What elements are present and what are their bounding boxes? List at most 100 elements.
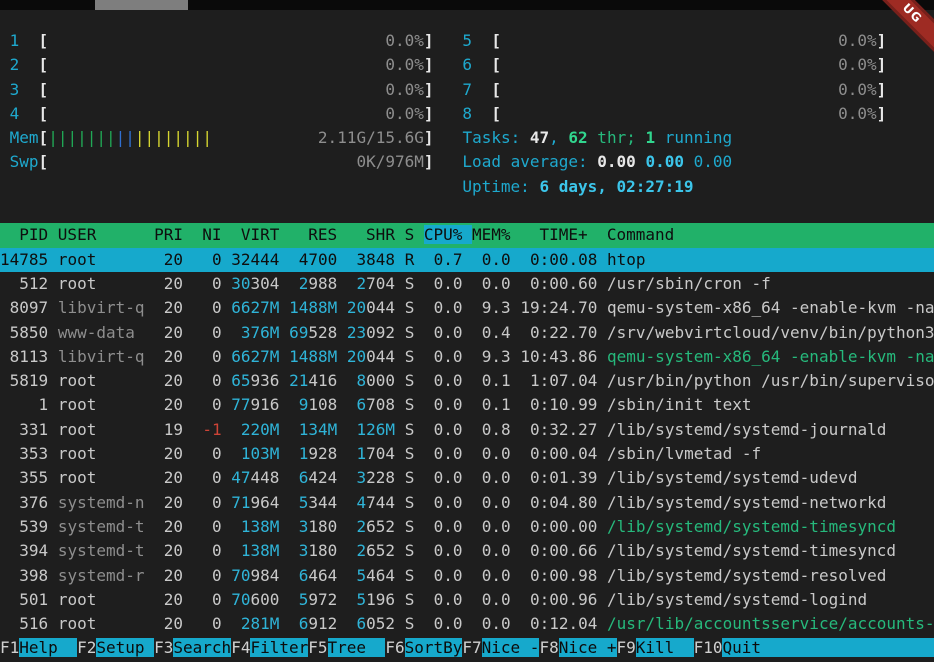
process-row-376[interactable]: 376 systemd-n 20 0 71964 5344 4744 S 0.0… (0, 491, 934, 515)
fn-button-f6[interactable]: F6SortBy (385, 638, 462, 657)
text-segment (501, 31, 838, 50)
process-row-516[interactable]: 516 root 20 0 281M 6912 6052 S 0.0 0.0 0… (0, 612, 934, 636)
process-row-398[interactable]: 398 systemd-r 20 0 70984 6464 5464 S 0.0… (0, 564, 934, 588)
text-segment: 5850 (0, 323, 48, 342)
text-segment (395, 493, 405, 512)
process-table-header[interactable]: PID USER PRI NI VIRT RES SHR S CPU% MEM%… (0, 223, 934, 247)
text-segment (337, 420, 347, 439)
text-segment (501, 55, 838, 74)
text-segment: libvirt-q (58, 347, 145, 366)
process-row-5819[interactable]: 5819 root 20 0 65936 21416 8000 S 0.0 0.… (0, 369, 934, 393)
text-segment (684, 152, 694, 171)
text-segment: [ (491, 104, 501, 123)
fn-button-f4[interactable]: F4Filter (231, 638, 308, 657)
text-segment: /sbin/init text (607, 395, 752, 414)
text-segment: 0.8 (472, 420, 511, 439)
text-segment: 916 (251, 395, 280, 414)
text-segment (511, 468, 521, 487)
text-segment: S (405, 517, 415, 536)
text-segment: 704 (366, 274, 395, 293)
text-segment: /usr/sbin/cron -f (607, 274, 771, 293)
text-segment (222, 493, 232, 512)
text-segment (183, 493, 193, 512)
fn-button-f10[interactable]: F10Quit (694, 638, 781, 657)
text-segment: /lib/systemd/systemd-timesyncd (607, 517, 896, 536)
text-segment: 6 (289, 614, 308, 633)
text-segment (337, 298, 347, 317)
text-segment (434, 80, 463, 99)
cpu-meter-line-1: 1 [ 0.0%] 5 [ 0.0%] (0, 29, 934, 53)
text-segment (183, 614, 193, 633)
process-row-512[interactable]: 512 root 20 0 30304 2988 2704 S 0.0 0.0 … (0, 272, 934, 296)
fn-button-f7[interactable]: F7Nice - (462, 638, 539, 657)
process-row-501[interactable]: 501 root 20 0 70600 5972 5196 S 0.0 0.0 … (0, 588, 934, 612)
text-segment: 0.0% (838, 80, 877, 99)
text-segment: 0 (193, 566, 222, 585)
fn-action-label: Kill (636, 638, 694, 657)
text-segment (183, 566, 193, 585)
text-segment: 355 (0, 468, 48, 487)
text-segment: 3 (347, 468, 366, 487)
text-segment: 20 (154, 250, 183, 269)
process-row-353[interactable]: 353 root 20 0 103M 1928 1704 S 0.0 0.0 0… (0, 442, 934, 466)
text-segment: ] (424, 128, 434, 147)
fn-key-label: F2 (77, 638, 96, 657)
process-row-14785[interactable]: 14785 root 20 0 32444 4700 3848 R 0.7 0.… (0, 248, 934, 272)
swap-meter-line: Swp[ 0K/976M] Load average: 0.00 0.00 0.… (0, 150, 934, 174)
text-segment: 65 (231, 371, 250, 390)
text-segment: S (405, 323, 415, 342)
process-row-5850[interactable]: 5850 www-data 20 0 376M 69528 23092 S 0.… (0, 321, 934, 345)
text-segment: 0.0 (424, 323, 463, 342)
text-segment (337, 347, 347, 366)
text-segment (414, 250, 424, 269)
text-segment (597, 323, 607, 342)
text-segment: 19:24.70 (520, 298, 597, 317)
window-tab[interactable] (95, 0, 188, 10)
text-segment (48, 420, 58, 439)
text-segment: 0K/976M (356, 152, 423, 171)
process-row-394[interactable]: 394 systemd-t 20 0 138M 3180 2652 S 0.0 … (0, 539, 934, 563)
text-segment (183, 517, 193, 536)
text-segment: /srv/webvirtcloud/venv/bin/python3 (607, 323, 934, 342)
process-row-355[interactable]: 355 root 20 0 47448 6424 3228 S 0.0 0.0 … (0, 466, 934, 490)
text-segment (597, 517, 607, 536)
text-segment: 6 (462, 55, 472, 74)
fn-action-label: Quit (722, 638, 780, 657)
fn-button-f3[interactable]: F3Search (154, 638, 231, 657)
text-segment: 20 (154, 347, 183, 366)
process-row-331[interactable]: 331 root 19 -1 220M 134M 126M S 0.0 0.8 … (0, 418, 934, 442)
process-row-8097[interactable]: 8097 libvirt-q 20 0 6627M 1488M 20044 S … (0, 296, 934, 320)
text-segment: 0:00.04 (520, 444, 597, 463)
fn-button-f9[interactable]: F9Kill (617, 638, 694, 657)
fn-button-f5[interactable]: F5Tree (308, 638, 385, 657)
process-row-539[interactable]: 539 systemd-t 20 0 138M 3180 2652 S 0.0 … (0, 515, 934, 539)
text-segment: 376M (231, 323, 279, 342)
fn-key-label: F7 (462, 638, 481, 657)
text-segment: ] (877, 80, 887, 99)
text-segment: 0.0 (472, 444, 511, 463)
process-row-8113[interactable]: 8113 libvirt-q 20 0 6627M 1488M 20044 S … (0, 345, 934, 369)
text-segment: [ (39, 152, 49, 171)
text-segment (222, 468, 232, 487)
text-segment: [ (39, 55, 49, 74)
text-segment (145, 541, 155, 560)
text-segment (222, 590, 232, 609)
text-segment: 0 (193, 444, 222, 463)
memory-meter-line: Mem[||||||||||||||||| 2.11G/15.6G] Tasks… (0, 126, 934, 150)
text-segment: 464 (366, 566, 395, 585)
text-segment: 0:00.08 (520, 250, 597, 269)
text-segment: 0.0 (472, 614, 511, 633)
text-segment (222, 274, 232, 293)
fn-button-f8[interactable]: F8Nice + (539, 638, 616, 657)
fn-button-f1[interactable]: F1Help (0, 638, 77, 657)
text-segment: root (58, 590, 145, 609)
text-segment: 70 (231, 590, 250, 609)
spacer-line (0, 199, 934, 223)
fn-button-f2[interactable]: F2Setup (77, 638, 154, 657)
text-segment: 912 (308, 614, 337, 633)
text-segment: /usr/lib/accountsservice/accounts- (607, 614, 934, 633)
process-row-1[interactable]: 1 root 20 0 77916 9108 6708 S 0.0 0.1 0:… (0, 393, 934, 417)
text-segment: libvirt-q (58, 298, 145, 317)
text-segment (414, 566, 424, 585)
text-segment: 8 (347, 371, 366, 390)
